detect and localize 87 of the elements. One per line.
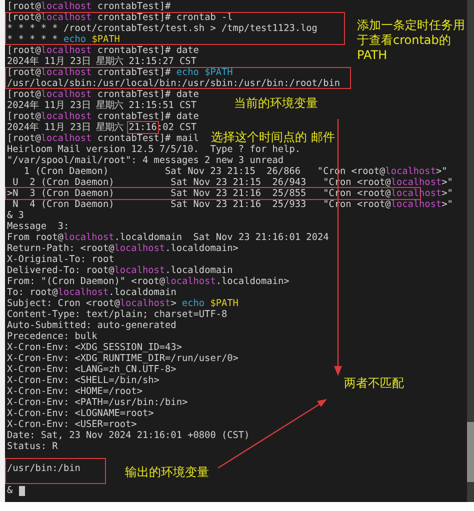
terminal-text: [root@ — [7, 46, 41, 55]
terminal-text: >" — [442, 189, 453, 198]
terminal-text: $PATH — [92, 35, 120, 44]
terminal-text: X-Cron-Env: <XDG_SESSION_ID=43> — [7, 343, 182, 352]
terminal-text: localhost — [40, 2, 92, 11]
terminal-text: local — [390, 189, 420, 198]
terminal-text: .localdomain> — [216, 277, 290, 286]
terminal-text: crontabTest]# date — [96, 46, 199, 55]
terminal-text: echo — [176, 68, 200, 77]
terminal-text: localhost — [385, 167, 436, 176]
terminal-text: X-Cron-Env: <XDG_RUNTIME_DIR=/run/user/0> — [7, 354, 238, 363]
terminal-text: >" — [442, 178, 453, 187]
terminal-text: Subject: Cron <root@ — [7, 299, 120, 308]
terminal-text: "/var/spool/mail/root": 4 messages 2 new 3 unread — [7, 156, 284, 165]
terminal-text: Precedence: bulk — [7, 332, 98, 341]
terminal-text: .localdomain — [108, 288, 176, 297]
terminal-text: localhost — [390, 200, 442, 209]
terminal-text: & 3 — [7, 211, 24, 220]
terminal-text: X-Cron-Env: <HOME=/root> — [7, 387, 142, 396]
terminal-text: 2024年 11月 23日 星期六 21:15:51 CST — [7, 101, 196, 110]
terminal-text: X-Cron-Env: <LOGNAME=root> — [7, 409, 154, 418]
terminal-text: .localdomain — [165, 266, 233, 275]
terminal-text: localhost — [40, 112, 92, 121]
terminal-text: * * * * * /root/crontabTest/test.sh > /tmp/test1123.log — [7, 24, 318, 33]
terminal-text: X-Cron-Env: <USER=root> — [7, 420, 137, 429]
terminal-text: localhost — [40, 13, 92, 22]
terminal-text: localhost — [40, 134, 92, 143]
terminal-text: localhost — [58, 288, 109, 297]
terminal-text: crontabTest]# — [96, 2, 171, 11]
terminal-text: localhost — [114, 244, 166, 253]
terminal-text: :02 CST — [156, 123, 196, 132]
terminal-text: /usr/bin:/bin — [7, 464, 80, 473]
terminal-text: localhost — [63, 233, 114, 242]
terminal-text: Auto-Submitted: auto-generated — [7, 321, 176, 330]
annotation-text: 输出的环境变量 — [125, 465, 210, 480]
terminal-text: localhost — [120, 299, 171, 308]
terminal-text: localhost — [40, 68, 92, 77]
terminal-text: echo — [182, 299, 206, 308]
terminal-text: Heirloom Mail version 12.5 7/5/10. Type ? for help. — [7, 145, 300, 154]
terminal-text: crontabTest]# date — [96, 112, 199, 121]
shell-prompt: & — [7, 485, 13, 496]
terminal-text: >" — [442, 200, 453, 209]
terminal-text: X-Cron-Env: <LANG=zh_CN.UTF-8> — [7, 365, 176, 374]
terminal-text: [root@ — [7, 2, 41, 11]
terminal-text: [root@ — [7, 13, 41, 22]
terminal-text: localhost — [40, 90, 92, 99]
terminal-text: localhost — [390, 178, 442, 187]
terminal-text: [root@ — [7, 90, 41, 99]
terminal-text: localhost — [165, 277, 216, 286]
terminal-text: Status: R — [7, 442, 58, 451]
terminal-text: 21:16 — [128, 123, 157, 132]
terminal-text: X-Cron-Env: <SHELL=/bin/sh> — [7, 376, 160, 385]
terminal-text: Return-Path: <root@ — [7, 244, 114, 253]
terminal-text: Delivered-To: root@ — [7, 266, 114, 275]
terminal-text: 2024年 11月 23日 星期六 21:15:27 CST — [7, 57, 196, 66]
terminal-text: /usr/local/sbin:/usr/local/bin:/usr/sbin:/usr/bin:/root/bin — [7, 79, 340, 88]
terminal-text: X-Original-To: root — [7, 255, 114, 264]
terminal-text: Date: Sat, 23 Nov 2024 21:16:01 +0800 (CST) — [7, 431, 250, 440]
terminal-text: [root@ — [7, 134, 41, 143]
terminal-text: From: "(Cron Daemon)" <root@ — [7, 277, 166, 286]
annotation-text: 两者不匹配 — [344, 376, 405, 391]
terminal-text: crontabTest]# — [96, 68, 172, 77]
terminal-text: > — [170, 299, 178, 308]
annotation-text: 当前的环境变量 — [234, 96, 319, 111]
terminal-text: .localdomain Sat Nov 23 21:16:01 2024 — [114, 233, 329, 242]
terminal-text: .localdomain> — [165, 244, 238, 253]
scrollbar[interactable] — [467, 0, 474, 502]
annotation-text: 添加一条定时任务用于查看crontab的PATH — [357, 18, 465, 63]
terminal-text: $PATH — [204, 68, 233, 77]
terminal-text: Message 3: — [7, 222, 70, 231]
terminal-text: crontabTest]# mail — [96, 134, 199, 143]
terminal-text: 2024年 11月 23日 星期六 — [7, 123, 124, 132]
terminal-text: crontabTest]# date — [96, 90, 199, 99]
terminal-text: From root@ — [7, 233, 64, 242]
annotation-text: 选择这个时间点的 邮件 — [211, 130, 336, 144]
terminal-text: To: root@ — [7, 288, 58, 297]
terminal-text: echo — [63, 35, 88, 44]
terminal-text: >" — [436, 167, 448, 176]
terminal-text: $PATH — [210, 299, 238, 308]
terminal-text: [root@ — [7, 68, 41, 77]
terminal-text: [root@ — [7, 112, 41, 121]
terminal-text: * * * * * — [7, 35, 59, 44]
terminal-text: localhost — [40, 46, 92, 55]
terminal-text: localhost — [114, 266, 166, 275]
terminal-text: X-Cron-Env: <PATH=/usr/bin:/bin> — [7, 398, 188, 407]
terminal-text: crontabTest]# crontab -l — [96, 13, 233, 22]
terminal-text: Content-Type: text/plain; charset=UTF-8 — [7, 310, 228, 319]
